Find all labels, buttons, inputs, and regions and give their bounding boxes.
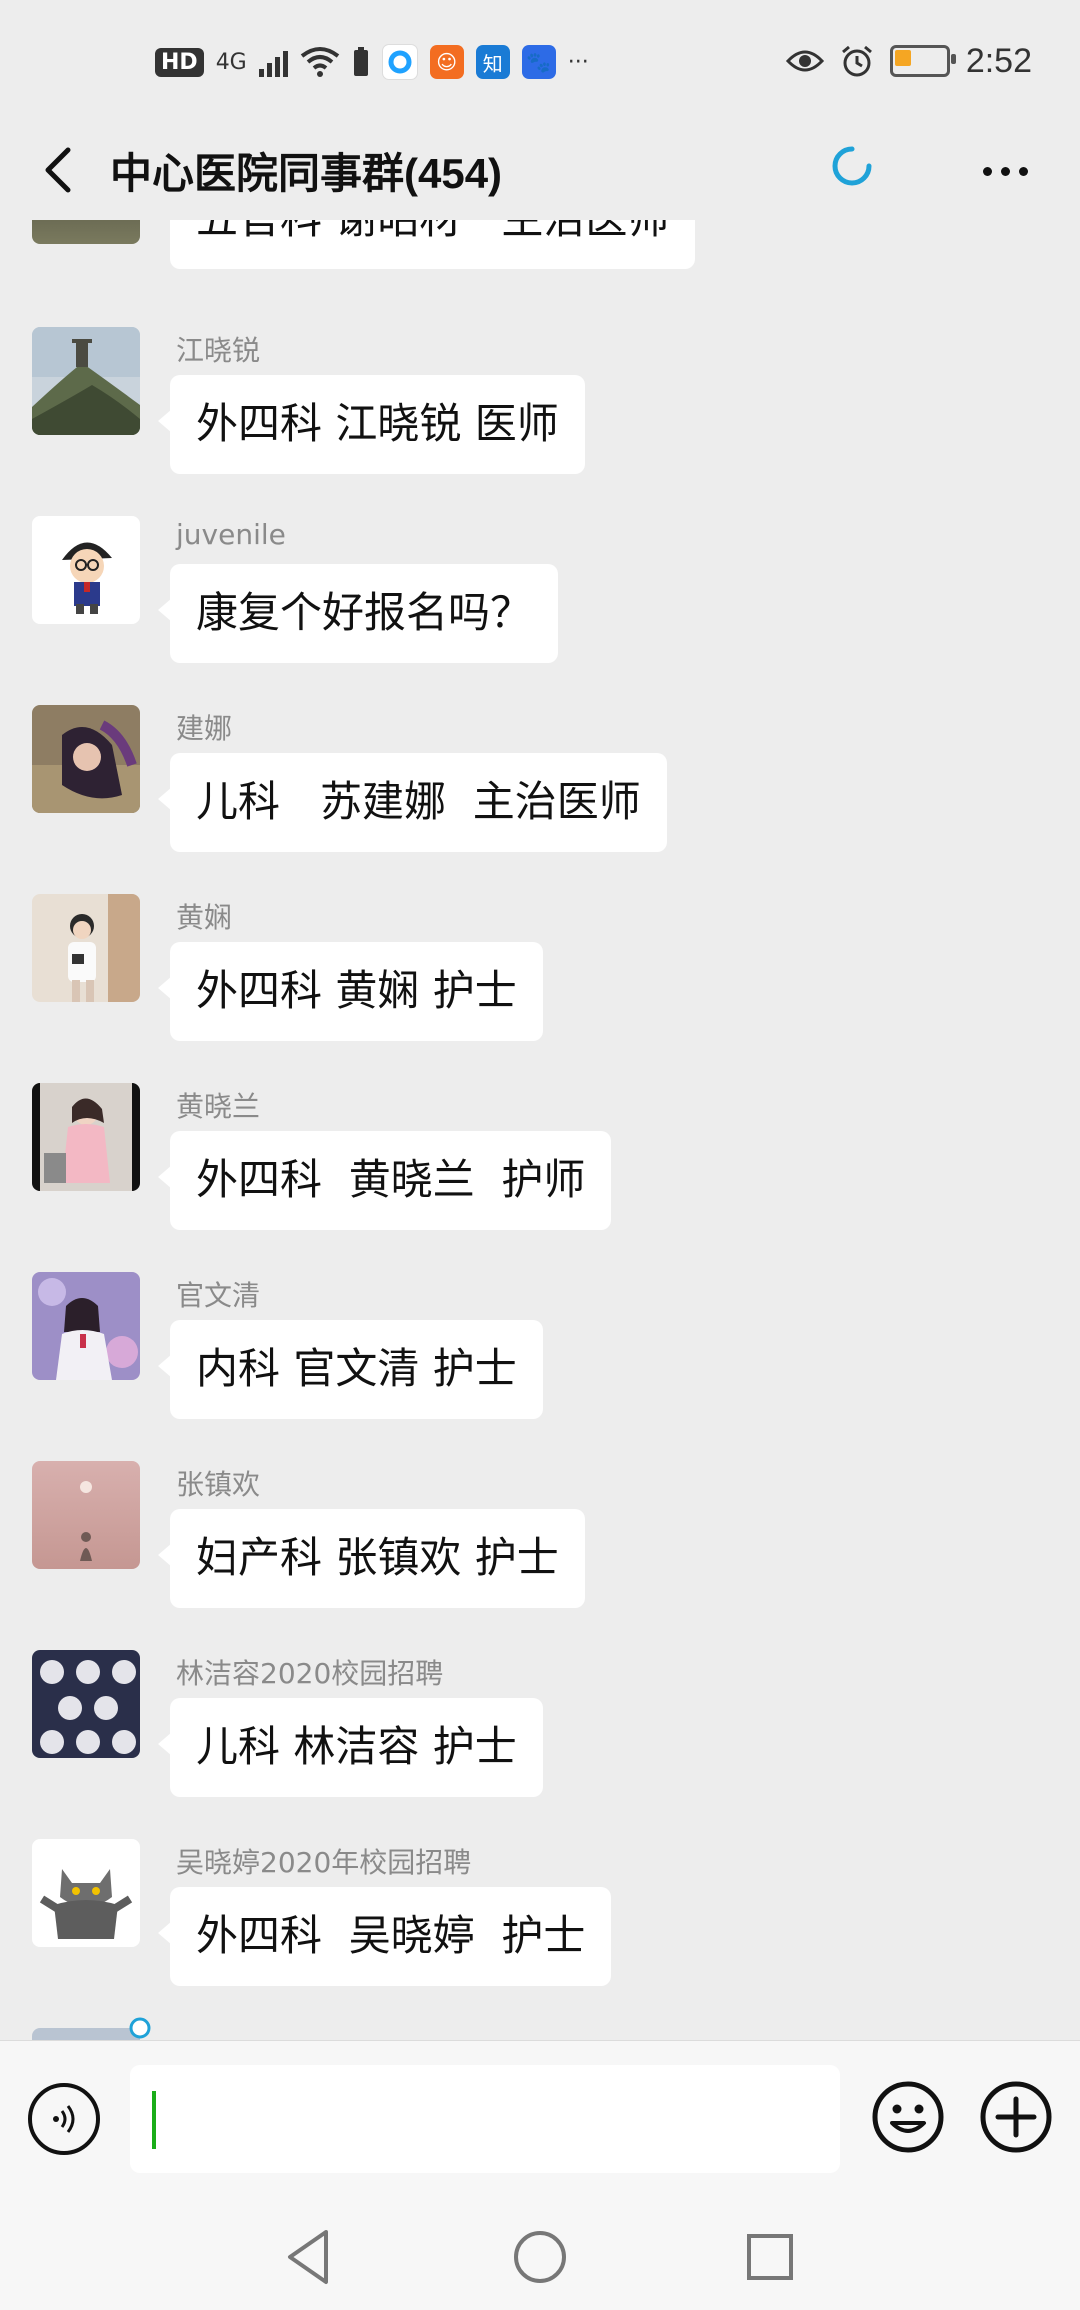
input-bar [0,2040,1080,2201]
network-label: 4G [215,49,247,75]
avatar[interactable] [32,894,140,1002]
message-item: 黄娴 外四科 黄娴 护士 [0,894,1080,1083]
baidu-app-icon: 🐾 [521,45,556,79]
battery-icon [889,45,956,77]
zhihu-app-icon: 知 [475,45,510,79]
recents-square-icon[interactable] [735,2222,805,2292]
message-bubble[interactable]: 外四科 江晓锐 医师 [158,375,585,474]
chat-title: 中心医院同事群(454) [110,150,503,197]
message-bubble[interactable]: 五官科 谢昭材 主治医师 [170,220,696,269]
system-nav-bar [0,2200,1080,2310]
message-bubble[interactable]: 儿科 林洁容 护士 [158,1698,543,1797]
loading-spinner-icon [832,146,872,186]
message-bubble[interactable]: 外四科 黄晓兰 护师 [157,1131,612,1230]
hd-badge: HD [155,47,204,77]
message-item: 张镇欢 妇产科 张镇欢 护士 [0,1461,1080,1650]
dot [1000,166,1010,176]
sender-name: 建娜 [176,712,233,745]
avatar[interactable] [32,1272,140,1380]
message-bubble[interactable]: 外四科 吴晓婷 护士 [157,1887,612,1986]
message-item: 建娜 儿科 苏建娜 主治医师 [0,705,1080,894]
sender-name: 张镇欢 [176,1468,261,1501]
browser-app-icon [381,44,418,80]
message-item: 林洁容2020校园招聘 儿科 林洁容 护士 [0,1650,1080,1839]
avatar[interactable] [32,327,140,435]
battery-fill [894,50,911,66]
home-circle-icon[interactable] [505,2222,575,2292]
message-bubble[interactable]: 妇产科 张镇欢 护士 [158,1509,585,1608]
avatar[interactable] [32,516,140,624]
online-indicator-icon [129,2017,151,2039]
message-bubble[interactable]: 外四科 黄娴 护士 [158,942,543,1041]
message-item: 江晓锐 外四科 江晓锐 医师 [0,327,1080,516]
message-list[interactable]: 五官科 谢昭材 主治医师 江晓锐 外四科 江晓锐 医师 [0,220,1080,2040]
sender-name: 黄娴 [176,901,233,934]
avatar[interactable] [32,1650,140,1758]
sender-name: 吴晓婷2020年校园招聘 [176,1846,472,1879]
back-triangle-icon[interactable] [274,2222,344,2292]
message-bubble[interactable]: 儿科 苏建娜 主治医师 [158,753,667,852]
sender-name: juvenile [176,518,286,551]
voice-icon [53,2105,75,2133]
message-bubble[interactable]: 康复个好报名吗？ [157,564,559,663]
uc-browser-app-icon: ☺ [429,45,464,79]
message-item: 黄晓兰 外四科 黄晓兰 护师 [0,1083,1080,1272]
more-options-button[interactable] [970,146,1040,196]
clock: 2:52 [965,41,1032,80]
status-left: HD 4G ☺ 知 🐾 ··· [155,40,589,84]
avatar[interactable] [32,220,140,244]
message-item: juvenile 康复个好报名吗？ [0,516,1080,705]
avatar[interactable] [32,1461,140,1569]
notification-battery-icon [353,47,368,76]
message-item: 官文清 内科 官文清 护士 [0,1272,1080,1461]
chat-header: 中心医院同事群(454) [0,120,1080,220]
sender-name: 官文清 [176,1279,261,1312]
sender-name: 林洁容2020校园招聘 [176,1657,444,1690]
eye-icon [785,50,824,72]
more-notifications-icon: ··· [567,49,589,75]
signal-icon [258,47,288,77]
avatar[interactable] [32,1839,140,1947]
sender-name: 黄晓兰 [176,1090,261,1123]
status-bar: HD 4G ☺ 知 🐾 ··· 2:52 [0,0,1080,120]
sender-name: 江晓锐 [176,334,261,367]
avatar[interactable] [32,2028,140,2040]
plus-icon[interactable] [978,2079,1054,2155]
avatar[interactable] [32,705,140,813]
avatar[interactable] [32,1083,140,1191]
message-item: 吴晓婷2020年校园招聘 外四科 吴晓婷 护士 [0,1839,1080,2028]
text-caret [152,2091,156,2149]
voice-button[interactable] [28,2083,100,2155]
dot [1018,166,1028,176]
message-input[interactable] [130,2065,840,2173]
alarm-icon [841,45,872,77]
emoji-icon[interactable] [870,2079,946,2155]
message-item-partial [0,2017,1080,2040]
status-right: 2:52 [785,36,1032,86]
wifi-icon [300,47,339,77]
message-bubble[interactable]: 内科 官文清 护士 [158,1320,543,1419]
dot [982,166,992,176]
back-arrow-icon[interactable] [32,142,88,198]
